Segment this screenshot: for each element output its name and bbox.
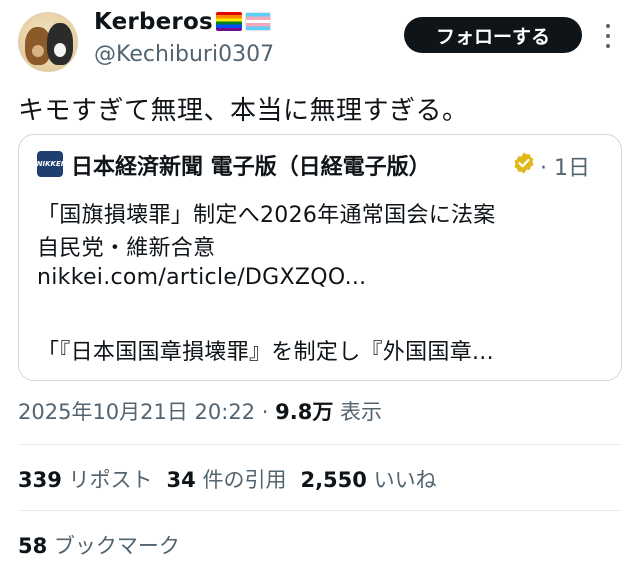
quoted-text-line-2: 自民党・維新合意 <box>37 236 216 261</box>
bookmarks-count: 58 <box>18 534 48 558</box>
follow-button[interactable]: フォローする <box>404 17 582 53</box>
transgender-flag-icon <box>244 12 271 31</box>
divider <box>18 444 622 445</box>
reposts-count: 339 <box>18 468 62 492</box>
quoted-article-link[interactable]: nikkei.com/article/DGXZQO... <box>37 265 366 290</box>
views-label: 表示 <box>340 400 383 424</box>
quotes-count: 34 <box>166 468 196 492</box>
views-count: 9.8万 <box>275 400 334 424</box>
more-vertical-icon[interactable] <box>602 24 614 48</box>
reposts-label: リポスト <box>68 468 153 492</box>
author-display-name[interactable]: Kerberos <box>94 9 271 35</box>
author-avatar[interactable] <box>18 12 78 72</box>
meta-separator: · <box>255 400 276 424</box>
quotes-stat[interactable]: 34 件の引用 <box>167 464 287 494</box>
gold-verified-badge-icon <box>514 152 534 174</box>
quotes-label: 件の引用 <box>202 468 287 492</box>
reposts-stat[interactable]: 339 リポスト <box>18 464 153 494</box>
bookmarks-label: ブックマーク <box>53 534 180 558</box>
engagement-stats: 339 リポスト 34 件の引用 2,550 いいね <box>18 464 451 494</box>
rainbow-flag-icon <box>215 12 242 31</box>
quoted-post-time[interactable]: · 1日 <box>540 150 590 182</box>
tweet-text: キモすぎて無理、本当に無理すぎる。 <box>18 96 469 126</box>
avatar-dog-black <box>47 23 73 65</box>
quoted-source-name[interactable]: 日本経済新聞 電子版（日経電子版） <box>71 149 431 181</box>
nikkei-logo-icon: NIKKEI <box>37 151 63 177</box>
likes-label: いいね <box>373 468 437 492</box>
display-name-text: Kerberos <box>94 9 213 35</box>
likes-count: 2,550 <box>300 468 367 492</box>
author-handle[interactable]: @Kechiburi0307 <box>94 42 274 67</box>
bookmarks-stat[interactable]: 58 ブックマーク <box>18 530 180 560</box>
divider <box>18 510 622 511</box>
quoted-text-line-1: 「国旗損壊罪」制定へ2026年通常国会に法案 <box>37 203 496 228</box>
quoted-post-card[interactable]: NIKKEI 日本経済新聞 電子版（日経電子版） · 1日 「国旗損壊罪」制定へ… <box>18 134 622 381</box>
post-datetime[interactable]: 2025年10月21日 20:22 <box>18 400 255 424</box>
post-meta: 2025年10月21日 20:22 · 9.8万 表示 <box>18 396 382 426</box>
quoted-text-line-4: 「『日本国国章損壊罪』を制定し『外国国章... <box>37 340 494 365</box>
likes-stat[interactable]: 2,550 いいね <box>300 464 436 494</box>
